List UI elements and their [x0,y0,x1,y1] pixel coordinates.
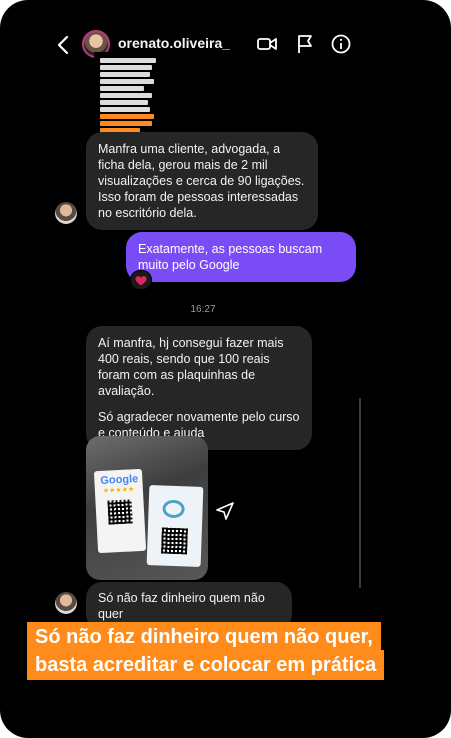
avatar[interactable] [55,202,77,224]
stars-icon: ★★★★★ [102,486,135,495]
message-incoming[interactable]: Aí manfra, hj consegui fazer mais 400 re… [86,326,312,450]
message-text: Manfra uma cliente, advogada, a ficha de… [98,142,305,220]
message-text: Aí manfra, hj consegui fazer mais 400 re… [98,336,284,398]
heart-reaction[interactable] [130,270,152,290]
qr-code-icon [107,499,133,525]
avatar[interactable] [55,592,77,614]
heart-icon [135,276,147,286]
message-photo[interactable]: Google ★★★★★ [86,436,208,580]
chat-header: orenato.oliveira_ [44,18,362,74]
review-plaque [146,485,204,567]
qr-code-icon [161,527,188,555]
message-text: Exatamente, as pessoas buscam muito pelo… [138,242,323,272]
google-review-plaque: Google ★★★★★ [93,468,147,554]
caption-line-2: basta acreditar e colocar em prática [27,650,385,680]
dm-screen: orenato.oliveira_ Manfra uma cliente, ad… [44,18,362,630]
message-outgoing[interactable]: Exatamente, as pessoas buscam muito pelo… [126,232,356,282]
message-text: Só não faz dinheiro quem não quer [98,591,265,621]
phone-frame: orenato.oliveira_ Manfra uma cliente, ad… [0,0,451,738]
scrollbar[interactable] [359,398,361,588]
message-incoming[interactable]: Manfra uma cliente, advogada, a ficha de… [86,132,318,230]
flag-icon[interactable] [294,33,316,55]
timestamp: 16:27 [190,304,216,315]
back-icon[interactable] [56,34,70,56]
logo-icon [162,499,185,519]
username[interactable]: orenato.oliveira_ [118,35,230,51]
video-call-icon[interactable] [256,33,278,55]
share-icon[interactable] [214,500,236,522]
info-icon[interactable] [330,33,352,55]
caption-line-1: Só não faz dinheiro quem não quer, [27,622,381,652]
